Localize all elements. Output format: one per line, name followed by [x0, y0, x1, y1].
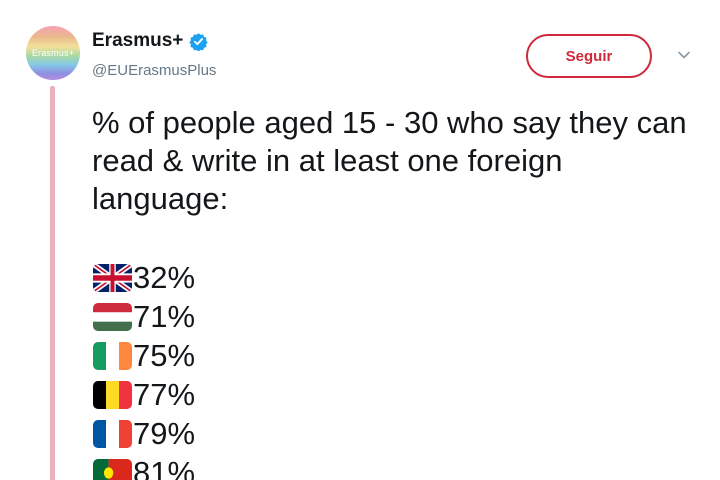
united-kingdom-flag-icon: [93, 263, 132, 292]
portugal-flag-icon: [93, 458, 132, 480]
stat-row-portugal: 81%: [93, 453, 195, 480]
user-handle[interactable]: @EUErasmusPlus: [92, 62, 216, 79]
chevron-down-icon[interactable]: [677, 50, 691, 60]
thread-line: [50, 86, 55, 480]
stat-row-ireland: 75%: [93, 336, 195, 375]
user-name-text: Erasmus+: [92, 30, 184, 51]
user-name[interactable]: Erasmus+: [92, 30, 209, 52]
avatar-text: Erasmus+: [31, 48, 75, 58]
verified-badge-icon: [189, 32, 209, 51]
tweet-text: % of people aged 15 - 30 who say they ca…: [92, 105, 687, 216]
follow-button[interactable]: Seguir: [526, 34, 652, 78]
stat-value: 75%: [133, 337, 196, 373]
ireland-flag-icon: [93, 341, 132, 370]
stat-row-hungary: 71%: [93, 297, 195, 336]
stat-value: 79%: [133, 415, 196, 451]
belgium-flag-icon: [93, 380, 132, 409]
stat-row-united-kingdom: 32%: [93, 258, 195, 297]
stats-list: 32% 71% 75% 77% 79% 81%: [93, 258, 195, 480]
stat-row-france: 79%: [93, 414, 195, 453]
france-flag-icon: [93, 419, 132, 448]
avatar[interactable]: Erasmus+: [26, 26, 80, 80]
stat-value: 77%: [133, 376, 196, 412]
stat-value: 71%: [133, 298, 196, 334]
stat-row-belgium: 77%: [93, 375, 195, 414]
stat-value: 81%: [133, 454, 196, 480]
stat-value: 32%: [133, 259, 196, 295]
hungary-flag-icon: [93, 302, 132, 331]
